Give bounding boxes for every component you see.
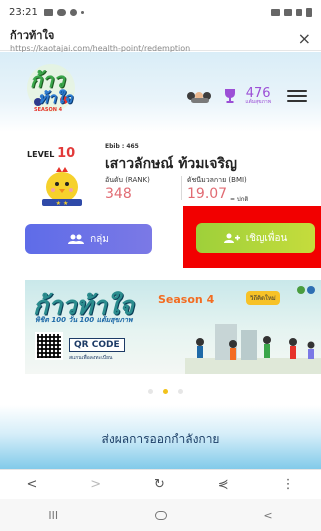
system-nav-bar: III < — [0, 499, 321, 531]
browser-nav-bar: < > ↻ ⋞ ⋮ — [0, 469, 321, 499]
status-time: 23:21 — [9, 6, 38, 18]
points-label: แต้มสุขภาพ — [245, 99, 271, 105]
status-right-icons — [271, 7, 312, 17]
profile-divider — [181, 176, 182, 200]
banner-pill: วิถีคิดใหม่ — [246, 291, 280, 305]
carousel-dot-active[interactable] — [163, 389, 168, 394]
qr-label: QR CODE — [69, 338, 125, 352]
battery-icon — [306, 7, 312, 17]
submit-exercise-button[interactable]: ส่งผลการออกกำลังกาย — [0, 430, 321, 449]
level-label: LEVEL — [27, 150, 55, 159]
app-logo[interactable]: ก้าว ท้าใจ SEASON 4 — [24, 58, 78, 118]
mute-icon — [271, 8, 280, 16]
group-icon — [68, 234, 85, 244]
status-bar: 23:21 — [0, 0, 321, 24]
header-right: 476 แต้มสุขภาพ — [187, 84, 307, 108]
group-button[interactable]: กลุ่ม — [25, 224, 152, 254]
carousel-dot[interactable] — [178, 389, 183, 394]
add-friend-icon — [223, 233, 240, 243]
page-title: ก้าวท้าใจ — [10, 29, 55, 42]
ebib-number: Ebib : 465 — [105, 143, 139, 150]
invite-button-label: เชิญเพื่อน — [245, 232, 288, 244]
svg-text:★ ★: ★ ★ — [56, 200, 69, 207]
runners-illustration-icon — [185, 324, 321, 374]
banner-logos — [297, 286, 315, 294]
avatar[interactable]: ★ ★ — [36, 163, 88, 209]
sync-icon — [69, 8, 77, 16]
carousel-dot[interactable] — [148, 389, 153, 394]
bmi-value: 19.07 — [187, 186, 228, 202]
menu-icon[interactable] — [287, 90, 307, 102]
wifi-icon — [284, 8, 292, 16]
friends-icon[interactable] — [187, 89, 215, 103]
gallery-icon — [43, 8, 53, 16]
more-options-icon[interactable]: ⋮ — [282, 477, 295, 492]
home-icon[interactable] — [154, 510, 167, 520]
group-button-label: กลุ่ม — [90, 233, 109, 245]
rank-label: อันดับ (RANK) — [105, 176, 150, 184]
forward-icon[interactable]: > — [90, 477, 101, 492]
share-icon[interactable]: ⋞ — [218, 477, 229, 492]
cloud-icon — [56, 8, 66, 16]
banner-subtitle: พิชิต 100 วัน 100 แต้มสุขภาพ — [35, 316, 133, 324]
rank-value: 348 — [105, 186, 132, 202]
invite-friend-button[interactable]: เชิญเพื่อน — [196, 223, 315, 253]
qr-sublabel: สแกนเพื่อลงทะเบียน — [69, 355, 113, 361]
promo-banner[interactable]: ก้าวท้าใจ Season 4 วิถีคิดใหม่ พิชิต 100… — [25, 280, 321, 374]
bmi-label: ดัชนีมวลกาย (BMI) — [187, 176, 247, 184]
health-points: 476 แต้มสุขภาพ — [245, 87, 271, 105]
recents-icon[interactable]: III — [48, 509, 58, 522]
qr-code-icon — [35, 332, 63, 360]
level-indicator: LEVEL 10 — [27, 146, 75, 161]
browser-title-bar: ก้าวท้าใจ https://kaotajai.com/health-po… — [0, 24, 321, 53]
system-back-icon[interactable]: < — [263, 509, 272, 522]
signal-icon — [296, 8, 302, 16]
level-value: 10 — [57, 146, 76, 161]
logo-season: SEASON 4 — [34, 107, 63, 113]
dot-icon — [80, 10, 84, 14]
status-left-icons — [43, 8, 84, 16]
chick-avatar-icon: ★ ★ — [36, 163, 88, 209]
back-icon[interactable]: < — [26, 477, 37, 492]
trophy-icon[interactable] — [223, 88, 237, 104]
carousel-dots — [148, 389, 183, 394]
bmi-status: = ปกติ — [230, 196, 249, 203]
close-icon[interactable]: × — [298, 29, 311, 48]
banner-season: Season 4 — [158, 293, 215, 306]
reload-icon[interactable]: ↻ — [154, 477, 165, 492]
user-name: เสาวลักษณ์ ท้วมเจริญ — [105, 156, 237, 172]
